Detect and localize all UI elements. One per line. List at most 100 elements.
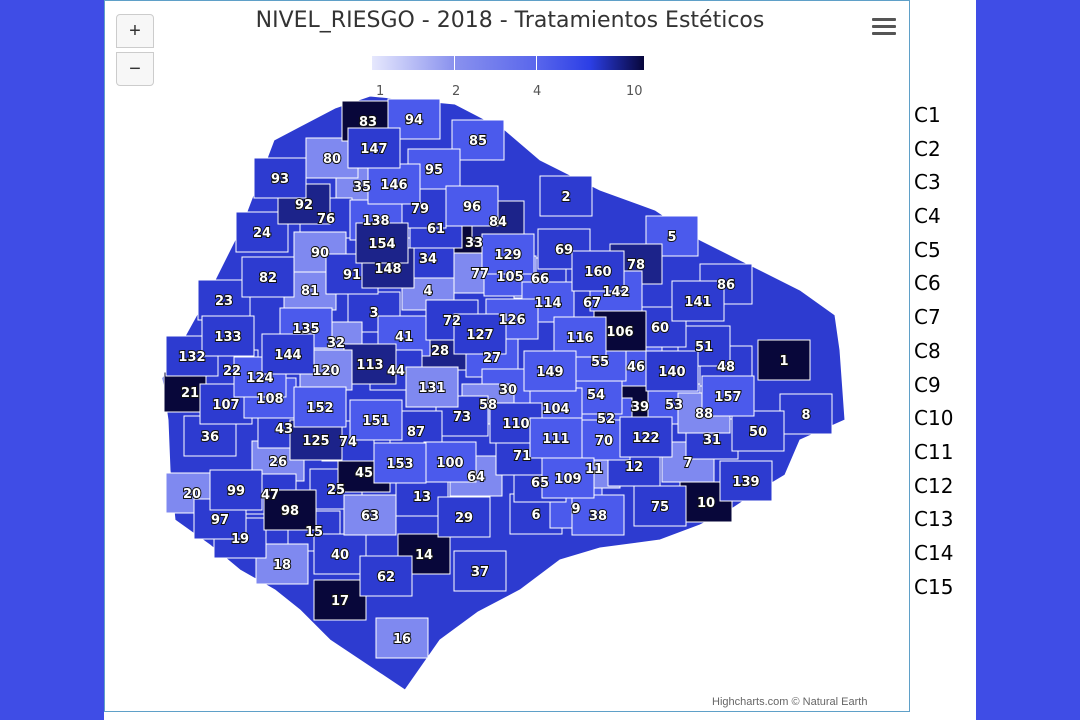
region-label-61: 61 (427, 222, 445, 237)
region-label-88: 88 (695, 407, 713, 422)
region-label-105: 105 (496, 270, 523, 285)
region-label-99: 99 (227, 484, 245, 499)
region-label-90: 90 (311, 246, 329, 261)
region-label-110: 110 (502, 417, 529, 432)
region-label-87: 87 (407, 425, 425, 440)
region-label-138: 138 (362, 214, 389, 229)
region-label-31: 31 (703, 433, 721, 448)
map-canvas[interactable]: 123456789 1011 121314151617181920212223242… (104, 0, 910, 712)
region-label-36: 36 (201, 430, 219, 445)
region-label-20: 20 (183, 487, 201, 502)
legend-item[interactable]: C7 (914, 304, 953, 338)
region-label-26: 26 (269, 455, 287, 470)
region-label-122: 122 (632, 431, 659, 446)
region-label-50: 50 (749, 425, 767, 440)
region-label-7: 7 (683, 456, 692, 471)
legend-item[interactable]: C1 (914, 102, 953, 136)
region-label-116: 116 (566, 331, 593, 346)
region-label-32: 32 (327, 336, 345, 351)
legend-item[interactable]: C14 (914, 540, 953, 574)
region-label-37: 37 (471, 565, 489, 580)
region-label-40: 40 (331, 548, 349, 563)
zoom-in-button[interactable]: + (116, 14, 154, 48)
region-label-67: 67 (583, 296, 601, 311)
legend-item[interactable]: C4 (914, 203, 953, 237)
region-label-153: 153 (386, 457, 413, 472)
color-scale-divider (536, 56, 537, 70)
region-label-125: 125 (302, 434, 329, 449)
region-label-38: 38 (589, 509, 607, 524)
region-label-41: 41 (395, 330, 413, 345)
region-label-73: 73 (453, 410, 471, 425)
zoom-out-button[interactable]: − (116, 52, 154, 86)
legend-item[interactable]: C5 (914, 237, 953, 271)
region-label-25: 25 (327, 483, 345, 498)
hamburger-menu-icon[interactable] (872, 18, 896, 38)
region-label-149: 149 (536, 365, 563, 380)
region-label-19: 19 (231, 532, 249, 547)
region-label-77: 77 (471, 267, 489, 282)
region-label-148: 148 (374, 262, 401, 277)
region-label-107: 107 (212, 398, 239, 413)
region-label-98: 98 (281, 504, 299, 519)
region-label-82: 82 (259, 271, 277, 286)
region-label-79: 79 (411, 202, 429, 217)
color-scale-label: 10 (626, 84, 643, 99)
region-label-76: 76 (317, 212, 335, 227)
region-label-154: 154 (368, 237, 395, 252)
region-label-139: 139 (732, 475, 759, 490)
legend-item[interactable]: C8 (914, 338, 953, 372)
region-label-78: 78 (627, 258, 645, 273)
legend-item[interactable]: C9 (914, 372, 953, 406)
region-label-141: 141 (684, 295, 711, 310)
region-label-23: 23 (215, 294, 233, 309)
region-label-48: 48 (717, 360, 735, 375)
region-label-69: 69 (555, 243, 573, 258)
region-label-47: 47 (261, 488, 279, 503)
region-label-5: 5 (667, 230, 676, 245)
region-label-144: 144 (274, 348, 301, 363)
region-label-62: 62 (377, 570, 395, 585)
region-label-54: 54 (587, 388, 605, 403)
region-label-60: 60 (651, 321, 669, 336)
legend-item[interactable]: C3 (914, 169, 953, 203)
region-label-30: 30 (499, 383, 517, 398)
region-label-160: 160 (584, 265, 611, 280)
region-label-3: 3 (369, 306, 378, 321)
region-label-15: 15 (305, 525, 323, 540)
region-label-94: 94 (405, 113, 423, 128)
region-label-35: 35 (353, 180, 371, 195)
region-label-71: 71 (513, 449, 531, 464)
color-scale-divider (454, 56, 455, 70)
region-label-129: 129 (494, 248, 521, 263)
region-label-97: 97 (211, 513, 229, 528)
region-label-65: 65 (531, 476, 549, 491)
legend-item[interactable]: C13 (914, 506, 953, 540)
region-label-45: 45 (355, 466, 373, 481)
region-label-52: 52 (597, 412, 615, 427)
legend-item[interactable]: C15 (914, 574, 953, 608)
legend-item[interactable]: C11 (914, 439, 953, 473)
region-label-124: 124 (246, 371, 273, 386)
color-scale-label: 1 (376, 84, 385, 99)
region-label-6: 6 (531, 508, 540, 523)
region-label-120: 120 (312, 364, 339, 379)
region-label-51: 51 (695, 340, 713, 355)
region-label-11: 11 (585, 462, 603, 477)
region-label-146: 146 (380, 178, 407, 193)
region-label-63: 63 (361, 509, 379, 524)
region-label-2: 2 (561, 190, 570, 205)
region-label-157: 157 (714, 390, 741, 405)
legend-item[interactable]: C12 (914, 473, 953, 507)
legend-item[interactable]: C6 (914, 270, 953, 304)
region-label-114: 114 (534, 296, 561, 311)
legend-item[interactable]: C2 (914, 136, 953, 170)
region-label-34: 34 (419, 252, 437, 267)
region-label-91: 91 (343, 268, 361, 283)
credits-link[interactable]: Highcharts.com © Natural Earth (712, 696, 867, 708)
region-label-140: 140 (658, 365, 685, 380)
region-label-113: 113 (356, 358, 383, 373)
region-label-72: 72 (443, 314, 461, 329)
legend-item[interactable]: C10 (914, 405, 953, 439)
region-label-16: 16 (393, 632, 411, 647)
